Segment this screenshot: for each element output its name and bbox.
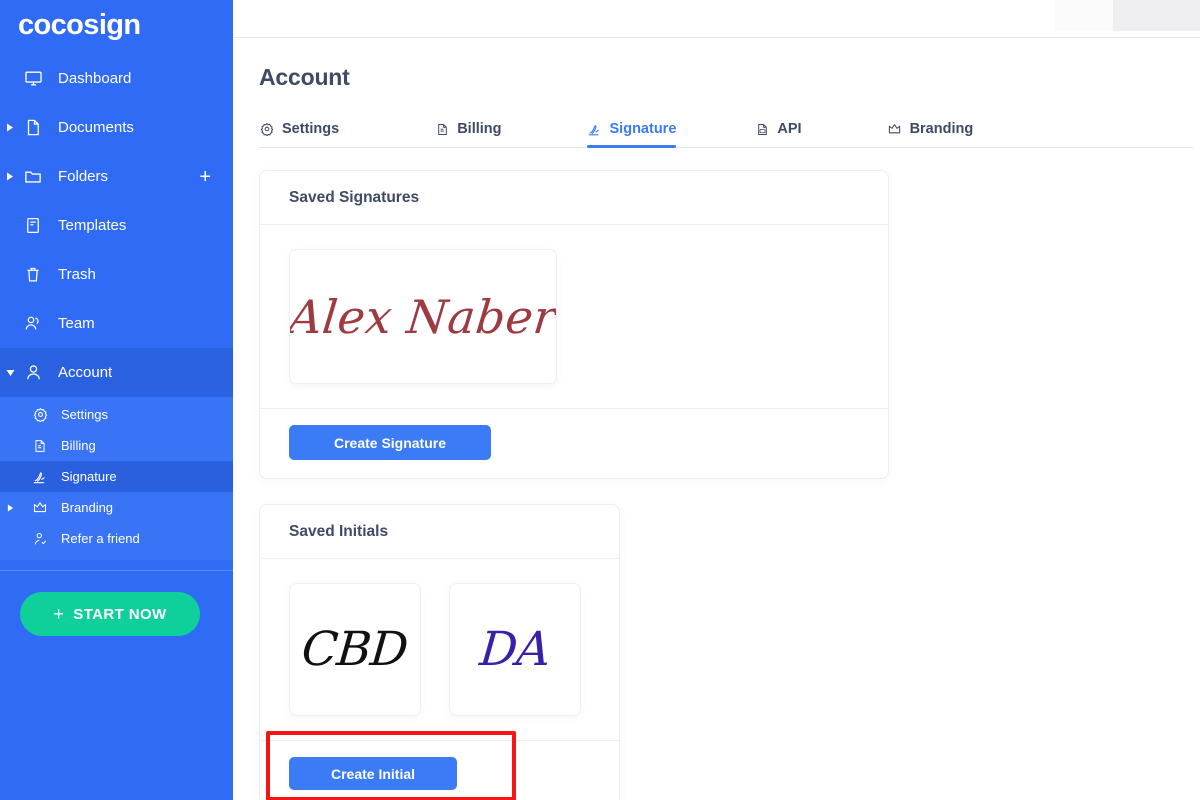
add-folder-button[interactable]: + <box>199 167 211 187</box>
sidebar-item-label: Documents <box>58 119 134 136</box>
gear-icon <box>30 406 50 424</box>
sidebar-item-trash[interactable]: Trash <box>0 250 233 299</box>
tab-label: Settings <box>282 121 340 137</box>
content-area: Account Settings Billing Signature API B… <box>233 38 1200 800</box>
signature-pen-icon <box>30 468 50 486</box>
sidebar-item-templates[interactable]: Templates <box>0 201 233 250</box>
account-tabs: Settings Billing Signature API Branding <box>259 110 1193 148</box>
tab-label: Billing <box>457 121 502 137</box>
sidebar-subitem-settings[interactable]: Settings <box>0 399 233 430</box>
sidebar-item-label: Trash <box>58 266 96 283</box>
sidebar-item-label: Templates <box>58 217 127 234</box>
create-initial-button[interactable]: Create Initial <box>289 757 457 790</box>
tab-branding[interactable]: Branding <box>887 121 974 147</box>
tab-signature[interactable]: Signature <box>586 121 677 148</box>
sidebar-cta-container: + START NOW <box>0 571 233 636</box>
saved-signatures-card: Saved Signatures Alex Naber Create Signa… <box>259 170 889 479</box>
template-icon <box>22 215 44 237</box>
topbar-placeholder-block <box>1113 0 1200 31</box>
signature-pen-icon <box>587 121 603 137</box>
tab-label: Branding <box>909 121 974 137</box>
sidebar-item-dashboard[interactable]: Dashboard <box>0 54 233 103</box>
sidebar-account-submenu: Settings Billing Signature Branding Refe… <box>0 397 233 560</box>
tab-label: API <box>777 121 802 137</box>
tab-api[interactable]: API <box>754 121 802 147</box>
saved-signatures-title: Saved Signatures <box>260 171 888 225</box>
sidebar: cocosign Dashboard Documents Folders + T… <box>0 0 233 800</box>
signature-text: Alex Naber <box>289 289 557 344</box>
saved-initials-footer: Create Initial <box>260 741 619 800</box>
sidebar-subitem-signature[interactable]: Signature <box>0 461 233 492</box>
page-title: Account <box>259 64 350 90</box>
start-now-label: START NOW <box>73 605 167 623</box>
sidebar-item-label: Dashboard <box>58 70 132 87</box>
sidebar-item-label: Account <box>58 364 113 381</box>
saved-signatures-list: Alex Naber <box>260 225 888 409</box>
app-logo[interactable]: cocosign <box>0 0 233 46</box>
user-icon <box>22 362 44 384</box>
sidebar-subitem-label: Branding <box>61 500 114 515</box>
crown-icon <box>30 499 50 517</box>
sidebar-item-account[interactable]: Account <box>0 348 233 397</box>
sidebar-item-folders[interactable]: Folders + <box>0 152 233 201</box>
sidebar-subitem-label: Billing <box>61 438 96 453</box>
invoice-icon <box>30 437 50 455</box>
chevron-right-icon[interactable] <box>5 123 15 133</box>
gear-icon <box>259 121 275 137</box>
initial-text: CBD <box>300 622 410 677</box>
team-icon <box>22 313 44 335</box>
sidebar-subitem-label: Refer a friend <box>61 531 140 546</box>
create-signature-button[interactable]: Create Signature <box>289 425 491 460</box>
main-content: Account Settings Billing Signature API B… <box>233 0 1200 800</box>
sidebar-item-label: Team <box>58 315 95 332</box>
invoice-icon <box>434 121 450 137</box>
document-icon <box>22 117 44 139</box>
chevron-right-icon[interactable] <box>5 503 15 513</box>
sidebar-item-label: Folders <box>58 168 109 185</box>
plus-icon: + <box>53 604 65 624</box>
top-bar <box>233 0 1200 38</box>
initial-tile[interactable]: CBD <box>289 583 421 716</box>
start-now-button[interactable]: + START NOW <box>20 592 200 636</box>
crown-icon <box>887 121 903 137</box>
sidebar-subitem-branding[interactable]: Branding <box>0 492 233 523</box>
sidebar-item-documents[interactable]: Documents <box>0 103 233 152</box>
signature-tile[interactable]: Alex Naber <box>289 249 557 384</box>
chevron-right-icon[interactable] <box>5 172 15 182</box>
folder-icon <box>22 166 44 188</box>
sidebar-nav: Dashboard Documents Folders + Templates … <box>0 54 233 560</box>
monitor-icon <box>22 68 44 90</box>
initial-tile[interactable]: DA <box>449 583 581 716</box>
tab-settings[interactable]: Settings <box>259 121 339 147</box>
sidebar-subitem-label: Settings <box>61 407 108 422</box>
topbar-placeholder-block <box>1055 0 1113 31</box>
sidebar-subitem-billing[interactable]: Billing <box>0 430 233 461</box>
api-file-icon <box>754 121 770 137</box>
chevron-down-icon[interactable] <box>5 368 15 378</box>
sidebar-subitem-refer-a-friend[interactable]: Refer a friend <box>0 523 233 554</box>
saved-initials-card: Saved Initials CBD DA Create Initial <box>259 504 620 800</box>
tab-billing[interactable]: Billing <box>434 121 502 147</box>
saved-signatures-footer: Create Signature <box>260 409 888 478</box>
initial-text: DA <box>477 622 553 677</box>
saved-initials-list: CBD DA <box>260 559 619 741</box>
sidebar-subitem-label: Signature <box>61 469 117 484</box>
refer-user-icon <box>30 530 50 548</box>
trash-icon <box>22 264 44 286</box>
sidebar-item-team[interactable]: Team <box>0 299 233 348</box>
tab-label: Signature <box>609 121 677 137</box>
saved-initials-title: Saved Initials <box>260 505 619 559</box>
app-root: cocosign Dashboard Documents Folders + T… <box>0 0 1200 800</box>
